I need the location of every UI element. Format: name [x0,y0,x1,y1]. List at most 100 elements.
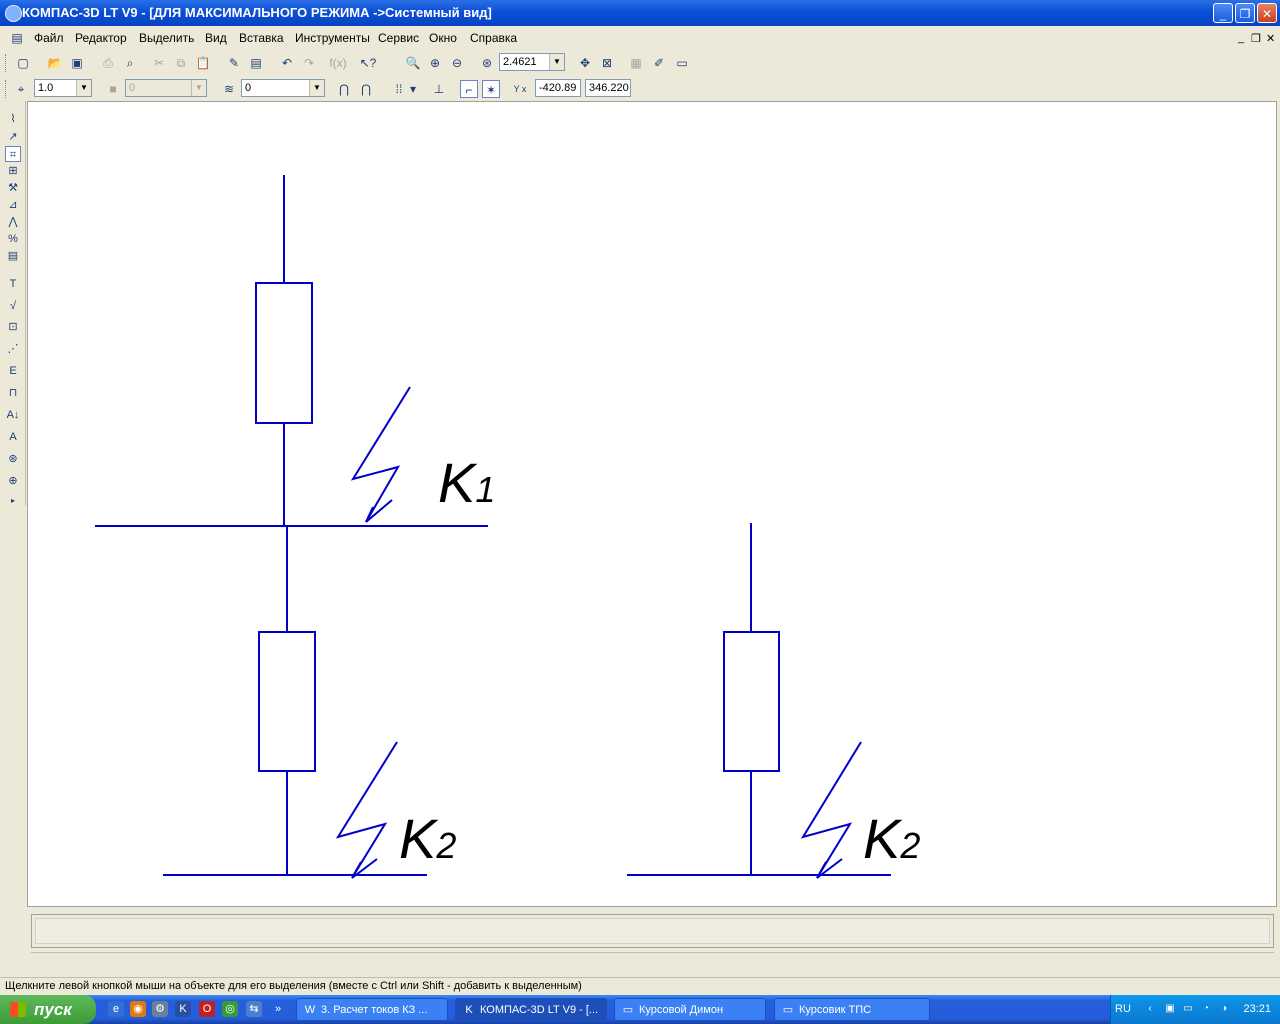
firefox-icon[interactable]: ◉ [130,1001,146,1017]
snap-mode-icon[interactable]: ✶ [482,80,500,98]
center-mark-icon[interactable]: ⊕ [5,473,21,489]
tray-network-icon[interactable]: ▣ [1163,1002,1177,1016]
task-folder-kursovik[interactable]: ▭ Курсовик ТПС [774,998,930,1021]
toolbar-grip[interactable] [5,54,9,72]
view-arrow-icon[interactable]: A [5,429,21,445]
report-icon[interactable]: ▤ [5,248,21,264]
coord-y-field[interactable]: 346.220 [585,79,631,97]
coord-x-field[interactable]: -420.89 [535,79,581,97]
base-icon[interactable]: ⊡ [5,319,21,335]
properties-icon[interactable]: ✎ [225,54,243,72]
document-icon[interactable]: ▤ [8,29,26,47]
spec-icon[interactable]: % [5,231,21,247]
chevron-down-icon[interactable]: ▼ [309,80,324,96]
menu-service[interactable]: Сервис [378,31,419,45]
close-button[interactable]: ✕ [1257,3,1277,23]
designation-icon[interactable]: ⌗ [5,146,21,162]
zoom-in-icon[interactable]: ⊕ [426,54,444,72]
zoom-all-icon[interactable]: ⊠ [598,54,616,72]
task-kompas[interactable]: K КОМПАС-3D LT V9 - [... [455,998,607,1021]
menu-insert[interactable]: Вставка [239,31,284,45]
task-word-document[interactable]: W 3. Расчет токов КЗ ... [296,998,448,1021]
view-icon[interactable]: ▭ [673,54,691,72]
kompas-launch-icon[interactable]: K [175,1001,191,1017]
measure-icon[interactable]: ⊿ [5,197,21,213]
snap-point-icon[interactable]: ⌖ [12,80,30,98]
help-pointer-icon[interactable]: ↖? [359,54,377,72]
copy-icon[interactable]: ⧉ [172,54,190,72]
pan-icon[interactable]: ✥ [576,54,594,72]
doc-restore-button[interactable]: ❐ [1251,32,1261,45]
roughness-icon[interactable]: √ [5,298,21,314]
paste-icon[interactable]: 📋 [194,54,212,72]
style-combo[interactable]: 0 ▼ [125,79,207,97]
menu-tools[interactable]: Инструменты [295,31,370,45]
menu-file[interactable]: Файл [34,31,64,45]
library-icon[interactable]: ▤ [247,54,265,72]
language-indicator[interactable]: RU [1115,1003,1131,1015]
opera-icon[interactable]: O [199,1001,215,1017]
doc-minimize-button[interactable]: _ [1238,32,1244,44]
menu-editor[interactable]: Редактор [75,31,127,45]
toolbar-grip[interactable] [5,80,9,98]
save-icon[interactable]: ▣ [68,54,86,72]
tray-arrow-icon[interactable]: ‹ [1143,1002,1157,1016]
zoom-combo[interactable]: 2.4621 ▼ [499,53,565,71]
tray-update-icon[interactable]: ◔ [1199,1002,1213,1016]
parametrization-icon[interactable]: ⚒ [5,180,21,196]
zoom-window-icon[interactable]: 🔍 [404,54,422,72]
chevron-right-icon[interactable]: ▸ [5,493,21,509]
menu-view[interactable]: Вид [205,31,227,45]
undo-icon[interactable]: ↶ [278,54,296,72]
geometry-icon[interactable]: ⌇ [5,111,21,127]
new-icon[interactable]: ▢ [14,54,32,72]
chevron-down-icon[interactable]: ▼ [191,80,206,96]
line-scale-combo[interactable]: 1.0 ▼ [34,79,92,97]
quicklaunch-network-icon[interactable]: ⇆ [246,1001,262,1017]
quicklaunch-green-icon[interactable]: ◎ [222,1001,238,1017]
doc-close-button[interactable]: ✕ [1266,32,1275,45]
quicklaunch-more-icon[interactable]: » [270,1001,286,1017]
minimize-button[interactable]: _ [1213,3,1233,23]
print-icon[interactable]: ⎙ [99,54,117,72]
chevron-down-icon[interactable]: ▼ [549,54,564,70]
grid-icon[interactable]: ⁞⁞ [390,80,408,98]
cut-line-icon[interactable]: A↓ [5,407,21,423]
tray-monitor-icon[interactable]: ▭ [1181,1002,1195,1016]
brush-icon[interactable]: ✐ [650,54,668,72]
menu-select[interactable]: Выделить [139,31,194,45]
maximize-button[interactable]: ❐ [1235,3,1255,23]
layers-icon[interactable]: ▦ [627,54,645,72]
chevron-down-icon[interactable]: ▼ [76,80,91,96]
cut-icon[interactable]: ✂ [150,54,168,72]
layer-combo[interactable]: 0 ▼ [241,79,325,97]
redo-icon[interactable]: ↷ [300,54,318,72]
zoom-out-icon[interactable]: ⊖ [448,54,466,72]
magnet-settings-icon[interactable]: ⋂ [357,80,375,98]
open-icon[interactable]: 📂 [46,54,64,72]
menu-window[interactable]: Окно [429,31,457,45]
zoom-scale-icon[interactable]: ⊛ [478,54,496,72]
local-cs-icon[interactable]: ⊥ [430,80,448,98]
leader-icon[interactable]: ⋰ [5,341,21,357]
ie-icon[interactable]: e [108,1001,124,1017]
drawing-canvas[interactable]: K1 K2 K2 [27,101,1277,907]
preview-icon[interactable]: ⌕ [121,54,139,72]
task-folder-kursovoy[interactable]: ▭ Курсовой Димон [614,998,766,1021]
menu-help[interactable]: Справка [470,31,517,45]
dimensions-icon[interactable]: ↗ [5,129,21,145]
axis-icon[interactable]: ⊛ [5,451,21,467]
quicklaunch-tool-icon[interactable]: ⚙ [152,1001,168,1017]
edit-icon[interactable]: ⊞ [5,163,21,179]
start-button[interactable]: пуск [0,995,96,1024]
ortho-mode-icon[interactable]: ⌐ [460,80,478,98]
tolerance-icon[interactable]: ⊓ [5,385,21,401]
magnet-icon[interactable]: ⋂ [335,80,353,98]
layer-icon[interactable]: ≋ [220,80,238,98]
chevron-down-icon[interactable]: ▾ [408,80,418,98]
position-leader-icon[interactable]: E [5,363,21,379]
text-icon[interactable]: T [5,276,21,292]
tray-security-icon[interactable]: ◑ [1217,1002,1231,1016]
select-icon[interactable]: ⋀ [5,214,21,230]
formula-icon[interactable]: f(x) [329,54,347,72]
